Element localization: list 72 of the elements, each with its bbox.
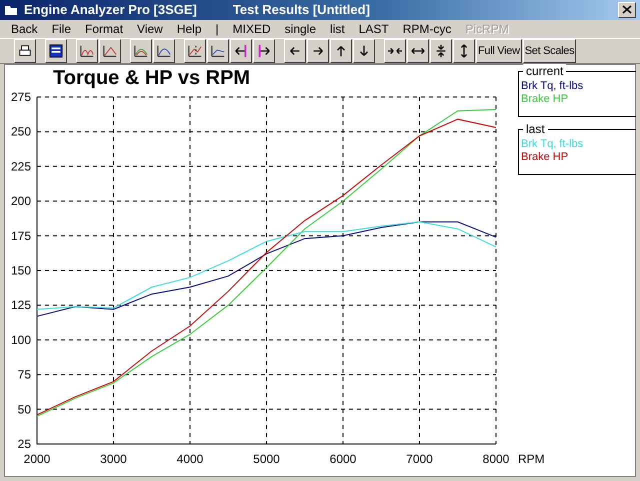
toolbar-button[interactable]: Set Scales xyxy=(522,39,576,63)
toolbar-button[interactable] xyxy=(253,39,275,63)
folder-icon xyxy=(4,4,18,16)
y-tick-label: 125 xyxy=(10,298,31,312)
legend-entry: Brake HP xyxy=(521,93,570,106)
menu-item[interactable]: | xyxy=(208,22,226,36)
y-tick-label: 50 xyxy=(18,402,31,416)
menu-item[interactable]: Format xyxy=(78,22,130,36)
menu-item[interactable]: Help xyxy=(170,22,209,36)
y-tick-label: 200 xyxy=(10,194,31,208)
window-subtitle: Test Results [Untitled] xyxy=(232,2,370,18)
monitor-icon xyxy=(48,44,64,58)
close-icon xyxy=(622,5,632,14)
graph-icon xyxy=(210,44,226,58)
y-tick-label: 75 xyxy=(18,368,31,382)
toolbar-button[interactable] xyxy=(184,39,206,63)
legend-entry: Brk Tq, ft-lbs xyxy=(521,138,584,151)
x-axis-label: RPM xyxy=(518,452,545,466)
y-tick-label: 250 xyxy=(10,124,31,139)
toolbar-button[interactable] xyxy=(407,39,429,63)
x-tick-label: 5000 xyxy=(253,452,280,466)
window-title: Engine Analyzer Pro [3SGE] xyxy=(24,2,197,18)
rainbow-icon xyxy=(133,44,149,58)
y-tick-label: 150 xyxy=(10,264,31,278)
toolbar-button[interactable] xyxy=(330,39,352,63)
printer-icon xyxy=(17,44,33,58)
right-bar-icon xyxy=(256,44,272,58)
toolbar-button[interactable] xyxy=(207,39,229,63)
legend-entry: Brk Tq, ft-lbs xyxy=(521,80,584,93)
x-tick-label: 2000 xyxy=(24,452,50,466)
toolbar-button[interactable] xyxy=(76,39,98,63)
menu-item[interactable]: MIXED xyxy=(226,22,278,36)
toolbar-button[interactable] xyxy=(284,39,306,63)
arc-icon xyxy=(156,44,172,58)
menu-item[interactable]: View xyxy=(130,22,170,36)
toolbar-button[interactable] xyxy=(307,39,329,63)
curves-icon xyxy=(79,44,95,58)
toolbar-button[interactable] xyxy=(230,39,252,63)
y-tick-label: 275 xyxy=(10,90,31,104)
left-bar-icon xyxy=(233,44,249,58)
x-tick-label: 8000 xyxy=(482,452,510,466)
menu-item[interactable]: File xyxy=(44,22,78,36)
x-tick-label: 4000 xyxy=(176,452,204,466)
x-tick-label: 7000 xyxy=(406,452,433,466)
y-tick-label: 225 xyxy=(10,159,31,174)
y-tick-label: 25 xyxy=(18,437,31,451)
y-tick-label: 175 xyxy=(10,228,31,243)
menu-item[interactable]: RPM-cyc xyxy=(396,22,458,36)
toolbar-button[interactable] xyxy=(353,39,375,63)
toolbar-button[interactable]: Full View xyxy=(476,39,522,63)
toolbar-button[interactable] xyxy=(130,39,152,63)
graph-icon xyxy=(187,44,203,58)
legend-title: current xyxy=(523,64,566,78)
legend-entry: Brake HP xyxy=(521,151,570,164)
curve-icon xyxy=(102,44,118,58)
menu-item[interactable]: LAST xyxy=(352,22,396,36)
toolbar-button[interactable] xyxy=(45,39,67,63)
chart-title: Torque & HP vs RPM xyxy=(53,67,250,89)
y-tick-label: 100 xyxy=(10,332,31,347)
x-tick-label: 6000 xyxy=(330,452,356,466)
menu-item[interactable]: list xyxy=(323,22,352,36)
toolbar-button[interactable] xyxy=(99,39,121,63)
x-tick-label: 3000 xyxy=(100,452,127,466)
menu-item[interactable]: Back xyxy=(4,22,45,36)
menu-item[interactable]: single xyxy=(278,22,324,36)
toolbar-button[interactable] xyxy=(453,39,475,63)
close-button[interactable] xyxy=(618,2,636,18)
toolbar-button[interactable] xyxy=(384,39,406,63)
toolbar-button[interactable] xyxy=(430,39,452,63)
toolbar-button[interactable] xyxy=(153,39,175,63)
toolbar-button[interactable] xyxy=(14,39,36,63)
legend-title: last xyxy=(523,122,548,136)
